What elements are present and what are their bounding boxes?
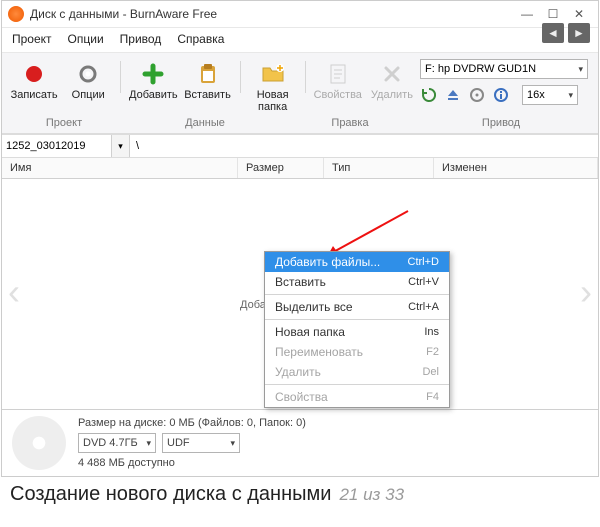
disc-icon xyxy=(12,416,66,470)
col-name[interactable]: Имя xyxy=(2,158,238,178)
ctx-props: СвойстваF4 xyxy=(265,387,449,407)
col-type[interactable]: Тип xyxy=(324,158,434,178)
props-icon xyxy=(325,61,351,87)
nav-prev-icon[interactable]: ◄ xyxy=(542,23,564,43)
project-name-input[interactable]: 1252_03012019 xyxy=(2,135,112,157)
titlebar: Диск с данными - BurnAware Free ― ☐ ✕ xyxy=(2,1,598,28)
minimize-button[interactable]: ― xyxy=(514,5,540,23)
record-button[interactable]: Записать xyxy=(8,59,60,103)
ctx-rename: ПереименоватьF2 xyxy=(265,342,449,362)
newfolder-icon xyxy=(260,61,286,87)
path-input[interactable]: \ xyxy=(130,135,598,157)
ctx-new-folder[interactable]: Новая папкаIns xyxy=(265,322,449,342)
delete-button: Удалить xyxy=(366,59,418,103)
path-row: 1252_03012019 ▾ \ xyxy=(2,134,598,158)
speed-selector[interactable]: 16x▾ xyxy=(522,85,578,105)
props-button: Свойства xyxy=(312,59,364,103)
close-button[interactable]: ✕ xyxy=(566,5,592,23)
app-icon xyxy=(8,6,24,22)
caption-count: 21 из 33 xyxy=(339,485,404,505)
menubar: Проект Опции Привод Справка xyxy=(2,28,598,53)
clipboard-icon xyxy=(195,61,221,87)
available-status: 4 488 МБ доступно xyxy=(78,457,306,469)
media-selector[interactable]: DVD 4.7ГБ▾ xyxy=(78,433,156,453)
plus-icon xyxy=(140,61,166,87)
footer: Размер на диске: 0 МБ (Файлов: 0, Папок:… xyxy=(2,409,598,476)
window-title: Диск с данными - BurnAware Free xyxy=(30,7,514,21)
disc-small-icon[interactable] xyxy=(468,86,486,104)
list-header: Имя Размер Тип Изменен xyxy=(2,158,598,179)
add-button[interactable]: Добавить xyxy=(127,59,179,103)
file-list-area[interactable]: ‹ › Добав Добавить файлы...Ctrl+D Встави… xyxy=(2,179,598,409)
ctx-add-files[interactable]: Добавить файлы...Ctrl+D xyxy=(265,252,449,272)
eject-icon[interactable] xyxy=(444,86,462,104)
slideshow-nav: ◄ ► xyxy=(542,23,590,43)
ctx-select-all[interactable]: Выделить всеCtrl+A xyxy=(265,297,449,317)
gear-icon xyxy=(75,61,101,87)
context-menu: Добавить файлы...Ctrl+D ВставитьCtrl+V В… xyxy=(264,251,450,408)
ctx-paste[interactable]: ВставитьCtrl+V xyxy=(265,272,449,292)
options-button[interactable]: Опции xyxy=(62,59,114,103)
page-caption: Создание нового диска с данными 21 из 33 xyxy=(0,477,600,516)
newfolder-button[interactable]: Новая папка xyxy=(247,59,299,115)
drive-panel: F: hp DVDRW GUD1N▾ 16x▾ xyxy=(420,59,592,105)
maximize-button[interactable]: ☐ xyxy=(540,5,566,23)
delete-icon xyxy=(379,61,405,87)
menu-drive[interactable]: Привод xyxy=(118,30,164,48)
nav-next-icon[interactable]: ► xyxy=(568,23,590,43)
fs-selector[interactable]: UDF▾ xyxy=(162,433,240,453)
size-status: Размер на диске: 0 МБ (Файлов: 0, Папок:… xyxy=(78,417,306,429)
record-icon xyxy=(21,61,47,87)
menu-help[interactable]: Справка xyxy=(175,30,226,48)
col-size[interactable]: Размер xyxy=(238,158,324,178)
refresh-icon[interactable] xyxy=(420,86,438,104)
path-dropdown-icon[interactable]: ▾ xyxy=(112,135,130,157)
menu-options[interactable]: Опции xyxy=(66,30,106,48)
toolbar: Записать Опции Добавить Вставить xyxy=(2,53,598,134)
chevron-left-icon[interactable]: ‹ xyxy=(8,271,20,313)
menu-project[interactable]: Проект xyxy=(10,30,54,48)
col-modified[interactable]: Изменен xyxy=(434,158,598,178)
drive-selector[interactable]: F: hp DVDRW GUD1N▾ xyxy=(420,59,588,79)
info-icon[interactable] xyxy=(492,86,510,104)
app-window: Диск с данными - BurnAware Free ― ☐ ✕ ◄ … xyxy=(1,0,599,477)
chevron-right-icon[interactable]: › xyxy=(580,271,592,313)
toolbar-group-labels: Проект Данные Правка Привод xyxy=(8,115,592,133)
paste-button[interactable]: Вставить xyxy=(181,59,233,103)
ctx-delete: УдалитьDel xyxy=(265,362,449,382)
caption-text: Создание нового диска с данными xyxy=(10,483,331,506)
